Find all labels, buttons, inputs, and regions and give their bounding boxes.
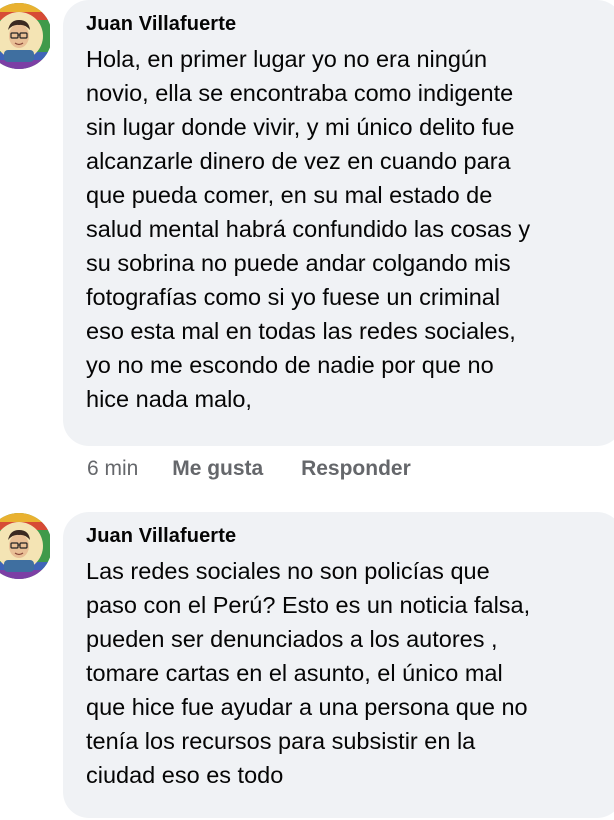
comment-thread: Juan Villafuerte Hola, en primer lugar y… [0, 0, 614, 820]
cartoon-avatar-icon [0, 3, 50, 69]
comment-text-line: hice nada malo, [86, 386, 252, 412]
comment-actions: 6 min Me gusta Responder [87, 456, 411, 482]
comment-text-line: pueden ser denunciados a los autores , [86, 626, 498, 652]
comment-text-line: su sobrina no puede andar colgando mis [86, 250, 511, 276]
like-button[interactable]: Me gusta [172, 456, 263, 482]
comment-text-line: Hola, en primer lugar yo no era ningún [86, 46, 488, 72]
comment-text-line: que pueda comer, en su mal estado de [86, 182, 493, 208]
comment-author[interactable]: Juan Villafuerte [86, 12, 609, 36]
comment-bubble: Juan Villafuerte Las redes sociales no s… [63, 512, 614, 818]
comment-text: Las redes sociales no son policías que p… [86, 554, 609, 792]
comment-bubble: Juan Villafuerte Hola, en primer lugar y… [63, 0, 614, 446]
comment-text-line: ciudad eso es todo [86, 762, 284, 788]
comment-text-line: fotografías como si yo fuese un criminal [86, 284, 501, 310]
avatar[interactable] [0, 510, 50, 582]
comment-text-line: eso esta mal en todas las redes sociales… [86, 318, 516, 344]
comment-text-line: yo no me escondo de nadie por que no [86, 352, 494, 378]
comment-text-line: novio, ella se encontraba como indigente [86, 80, 514, 106]
comment-text: Hola, en primer lugar yo no era ningún n… [86, 42, 609, 416]
comment-text-line: Las redes sociales no son policías que [86, 558, 490, 584]
reply-button[interactable]: Responder [301, 456, 411, 482]
cartoon-avatar-icon [0, 513, 50, 579]
comment-text-line: tenía los recursos para subsistir en la [86, 728, 476, 754]
comment-author[interactable]: Juan Villafuerte [86, 524, 609, 548]
comment-text-line: sin lugar donde vivir, y mi único delito… [86, 114, 515, 140]
comment-text-line: salud mental habrá confundido las cosas … [86, 216, 531, 242]
comment-text-line: paso con el Perú? Esto es un noticia fal… [86, 592, 531, 618]
comment-text-line: tomare cartas en el asunto, el único mal [86, 660, 503, 686]
comment: Juan Villafuerte Las redes sociales no s… [0, 510, 614, 820]
comment-text-line: alcanzarle dinero de vez en cuando para [86, 148, 511, 174]
avatar[interactable] [0, 0, 50, 72]
comment-text-line: que hice fue ayudar a una persona que no [86, 694, 528, 720]
comment: Juan Villafuerte Hola, en primer lugar y… [0, 0, 614, 490]
comment-timestamp[interactable]: 6 min [87, 456, 138, 482]
